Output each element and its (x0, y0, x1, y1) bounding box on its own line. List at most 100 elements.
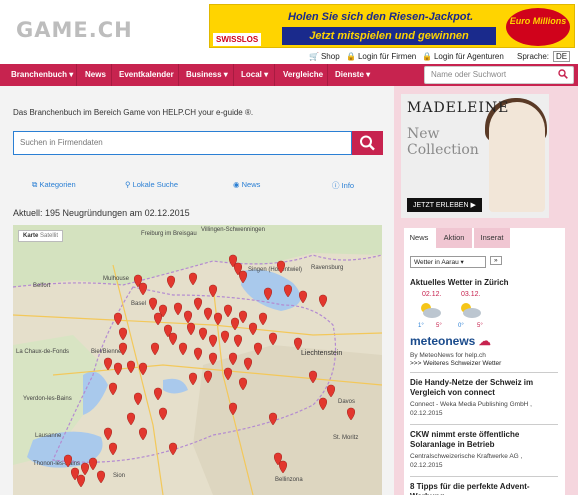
map-label: Villingen-Schwenningen (201, 227, 265, 233)
weather-day-2-min: 0° (458, 323, 464, 329)
weather-day-1-date: 02.12. (422, 291, 442, 298)
banner-line-1: Holen Sie sich den Riesen-Jackpot. (288, 11, 474, 23)
tab-aktion[interactable]: Aktion (436, 228, 472, 248)
madeleine-ad[interactable]: MADELEINE New Collection JETZT ERLEBEN ▶ (401, 94, 549, 218)
map-label: La Chaux-de-Fonds (16, 349, 69, 355)
news-item-date: 02.12.2015 (410, 410, 443, 417)
map-label: Basel (131, 301, 146, 307)
map-label: Lausanne (35, 433, 62, 439)
cloud-icon: ☁ (475, 334, 491, 348)
tab-inserat[interactable]: Inserat (474, 228, 510, 248)
nav-dienste[interactable]: Dienste ▾ (335, 64, 370, 86)
lock-icon: 🔒 (346, 52, 356, 61)
weather-day-1-min: 1° (418, 323, 424, 329)
ad-brand: MADELEINE (407, 100, 510, 116)
map-tab-karte[interactable]: Karte (23, 233, 38, 239)
eye-icon: ◉ (233, 180, 242, 189)
weather-title: Aktuelles Wetter in Zürich (410, 278, 509, 287)
map-label: Davos (338, 399, 355, 405)
login-agenturen-label: Login für Agenturen (433, 52, 504, 61)
news-item-title[interactable]: 8 Tipps für die perfekte Advent-Werbung (410, 482, 558, 495)
news-item-title[interactable]: CKW nimmt erste öffentliche Solaranlage … (410, 430, 558, 450)
news-item-date: 02.12.2015 (410, 462, 443, 469)
divider (410, 424, 558, 425)
weather-location-select[interactable]: Wetter in Aarau ▾ (410, 256, 486, 268)
header: GAME.CH Holen Sie sich den Riesen-Jackpo… (0, 0, 578, 64)
nav-divider (76, 64, 77, 86)
language-label: Sprache: (517, 52, 550, 61)
login-firmen-label: Login für Firmen (357, 52, 417, 61)
divider (410, 476, 558, 477)
map-label: Belfort (33, 283, 51, 289)
nav-branchenbuch[interactable]: Branchenbuch ▾ (11, 64, 73, 86)
tool-info[interactable]: ⓘ Info (332, 180, 354, 191)
news-item-title[interactable]: Die Handy-Netze der Schweiz im Vergleich… (410, 378, 558, 398)
swisslos-banner-ad[interactable]: Holen Sie sich den Riesen-Jackpot. Jetzt… (209, 4, 575, 48)
lock-icon: 🔒 (422, 52, 432, 61)
weather-go-button[interactable]: » (490, 256, 502, 265)
tool-news[interactable]: ◉ News (233, 180, 260, 189)
login-agenturen-link[interactable]: 🔒 Login für Agenturen (422, 52, 506, 61)
info-icon: ⓘ (332, 181, 342, 190)
map-label: Mulhouse (103, 276, 130, 282)
news-count-heading: Aktuell: 195 Neugründungen am 02.12.2015 (13, 208, 190, 218)
nav-divider (111, 64, 112, 86)
ad-line-1: New (407, 126, 440, 142)
tool-info-label: Info (341, 181, 355, 190)
ad-cta-button[interactable]: JETZT ERLEBEN ▶ (407, 198, 482, 212)
shop-link[interactable]: 🛒 Shop (309, 52, 342, 61)
search-icon (360, 135, 375, 151)
cart-icon: 🛒 (309, 52, 319, 61)
meteonews-logo[interactable]: meteonews ☁ (410, 334, 491, 348)
tool-kategorien-label: Kategorien (39, 180, 76, 189)
login-firmen-link[interactable]: 🔒 Login für Firmen (346, 52, 418, 61)
euromillions-logo: Euro Millions (506, 8, 570, 46)
map-label: St. Moritz (333, 435, 358, 441)
map-label: Singen (Hohentwiel) (248, 267, 302, 273)
language-selector: Sprache: DE (517, 51, 572, 62)
ad-model-face (489, 102, 545, 212)
cloud-sun-icon (461, 303, 481, 318)
nav-news[interactable]: News (85, 64, 106, 86)
nav-local[interactable]: Local ▾ (241, 64, 268, 86)
site-search-input[interactable]: Name oder Suchwort (424, 66, 574, 84)
company-search-placeholder: Suchen in Firmendaten (20, 138, 103, 147)
nav-business[interactable]: Business ▾ (186, 64, 228, 86)
language-select[interactable]: DE (553, 51, 571, 62)
map-label: Yverdon-les-Bains (23, 396, 72, 402)
search-icon[interactable] (558, 69, 568, 79)
tab-news[interactable]: News (404, 228, 434, 248)
map-label: Ravensburg (311, 265, 343, 271)
news-item-source: Centralschweizerische Kraftwerke AG , (410, 453, 523, 460)
ad-line-2: Collection (407, 142, 479, 158)
company-search-button[interactable] (352, 131, 383, 155)
nav-vergleiche[interactable]: Vergleiche (283, 64, 323, 86)
weather-day-2-max: 5° (477, 323, 483, 329)
map-label: Liechtenstein (301, 350, 342, 357)
nav-eventkalender[interactable]: Eventkalender (119, 64, 174, 86)
company-map[interactable]: Freiburg im Breisgau Villingen-Schwennin… (13, 225, 382, 495)
site-search-placeholder: Name oder Suchwort (431, 70, 507, 79)
map-label: Freiburg im Breisgau (141, 231, 197, 237)
divider (410, 372, 558, 373)
meteonews-logo-text: meteonews (410, 334, 476, 348)
tool-lokale-suche-label: Lokale Suche (132, 180, 179, 189)
swisslos-logo: SWISSLOS (213, 33, 262, 46)
nav-divider (178, 64, 179, 86)
tool-lokale-suche[interactable]: ⚲ Lokale Suche (125, 180, 178, 189)
tool-news-label: News (241, 180, 261, 189)
tool-kategorien[interactable]: ⧉ Kategorien (32, 180, 76, 190)
more-weather-link[interactable]: >>> Weiteres Schweizer Wetter (410, 359, 501, 368)
weather-day-2-date: 03.12. (461, 291, 481, 298)
map-label: Biel/Bienne (91, 349, 122, 355)
map-label: Sion (113, 473, 125, 479)
map-type-toggle[interactable]: Karte Satellit (18, 230, 64, 242)
map-label: Thonon-les-Bains (33, 461, 80, 467)
map-background: Freiburg im Breisgau Villingen-Schwennin… (13, 225, 382, 495)
map-tab-satellit[interactable]: Satellit (40, 233, 58, 239)
nav-divider (233, 64, 234, 86)
company-search-input[interactable]: Suchen in Firmendaten (13, 131, 352, 155)
weather-day-1-max: 5° (436, 323, 442, 329)
site-logo[interactable]: GAME.CH (16, 18, 133, 42)
page-intro: Das Branchenbuch im Bereich Game von HEL… (13, 108, 254, 117)
